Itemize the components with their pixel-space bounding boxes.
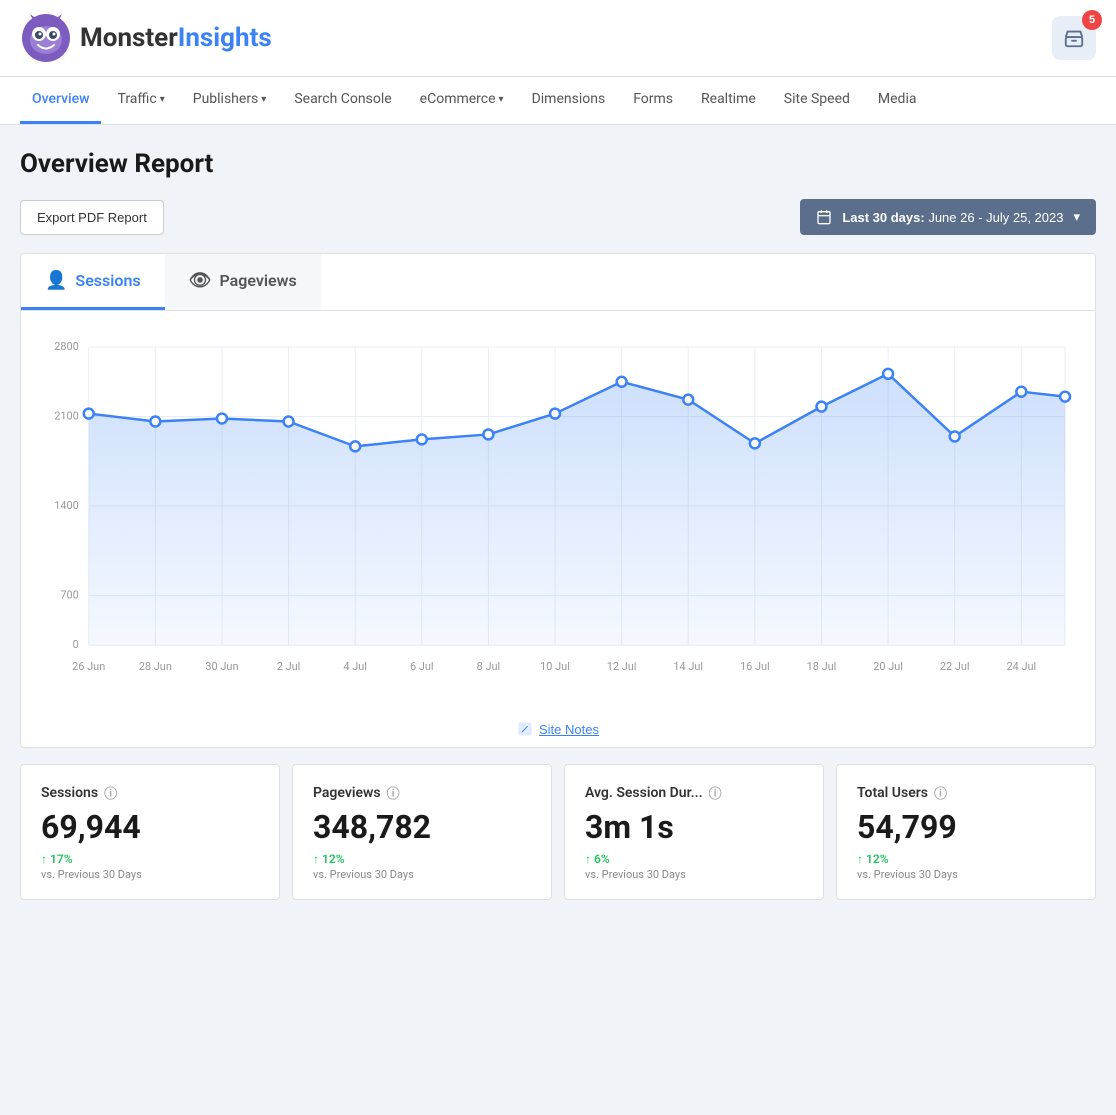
stat-period-avg-session: vs. Previous 30 Days (585, 868, 803, 881)
stat-change-avg-session: ↑ 6% (585, 852, 803, 866)
svg-text:700: 700 (60, 588, 78, 601)
export-pdf-button[interactable]: Export PDF Report (20, 200, 164, 235)
header-actions: 5 (1052, 16, 1096, 60)
svg-text:1400: 1400 (54, 499, 79, 512)
nav-item-site-speed[interactable]: Site Speed (772, 77, 862, 124)
logo-mascot (20, 12, 72, 64)
stat-period-pageviews: vs. Previous 30 Days (313, 868, 531, 881)
info-icon-pageviews[interactable]: ⓘ (387, 783, 400, 802)
svg-text:2800: 2800 (54, 340, 79, 353)
nav-item-media[interactable]: Media (866, 77, 929, 124)
calendar-icon (816, 209, 832, 225)
chevron-down-icon: ▾ (261, 94, 266, 105)
chart-tabs: 👤 Sessions 👁 Pageviews (21, 254, 1095, 311)
main-content: Overview Report Export PDF Report Last 3… (0, 125, 1116, 924)
nav-item-forms[interactable]: Forms (621, 77, 685, 124)
stat-card-total-users: Total Users ⓘ 54,799 ↑ 12% vs. Previous … (836, 764, 1096, 900)
tab-pageviews[interactable]: 👁 Pageviews (165, 254, 321, 310)
svg-text:22 Jul: 22 Jul (940, 660, 970, 673)
info-icon-total-users[interactable]: ⓘ (934, 783, 947, 802)
main-nav: Overview Traffic ▾ Publishers ▾ Search C… (0, 77, 1116, 125)
svg-text:12 Jul: 12 Jul (607, 660, 637, 673)
site-notes-area: Site Notes (21, 711, 1095, 747)
chart-area: 2800 2100 1400 700 0 (21, 311, 1095, 711)
stat-label-sessions: Sessions ⓘ (41, 783, 259, 802)
stat-change-sessions: ↑ 17% (41, 852, 259, 866)
nav-item-realtime[interactable]: Realtime (689, 77, 768, 124)
page-title: Overview Report (20, 149, 1096, 179)
date-range-selector[interactable]: Last 30 days: June 26 - July 25, 2023 ▾ (800, 199, 1096, 235)
person-icon: 👤 (45, 270, 67, 291)
chevron-down-icon: ▾ (1073, 209, 1080, 225)
svg-text:18 Jul: 18 Jul (807, 660, 837, 673)
svg-text:26 Jun: 26 Jun (72, 660, 105, 673)
svg-text:6 Jul: 6 Jul (410, 660, 434, 673)
chevron-down-icon: ▾ (160, 94, 165, 105)
stat-change-pageviews: ↑ 12% (313, 852, 531, 866)
pencil-icon (517, 721, 533, 737)
nav-item-search-console[interactable]: Search Console (282, 77, 403, 124)
notification-badge: 5 (1082, 10, 1102, 30)
svg-text:8 Jul: 8 Jul (477, 660, 501, 673)
stat-period-sessions: vs. Previous 30 Days (41, 868, 259, 881)
stat-change-total-users: ↑ 12% (857, 852, 1075, 866)
stat-card-avg-session: Avg. Session Dur... ⓘ 3m 1s ↑ 6% vs. Pre… (564, 764, 824, 900)
date-label: Last 30 days: June 26 - July 25, 2023 (842, 210, 1063, 225)
logo-text: MonsterInsights (80, 23, 272, 53)
info-icon-avg-session[interactable]: ⓘ (709, 783, 722, 802)
nav-item-publishers[interactable]: Publishers ▾ (181, 77, 279, 124)
logo-area: MonsterInsights (20, 12, 272, 64)
nav-item-overview[interactable]: Overview (20, 77, 101, 124)
eye-icon: 👁 (189, 270, 212, 291)
line-chart: 2800 2100 1400 700 0 (41, 321, 1075, 701)
stat-card-pageviews: Pageviews ⓘ 348,782 ↑ 12% vs. Previous 3… (292, 764, 552, 900)
inbox-icon (1063, 27, 1085, 49)
nav-item-ecommerce[interactable]: eCommerce ▾ (408, 77, 516, 124)
stats-row: Sessions ⓘ 69,944 ↑ 17% vs. Previous 30 … (20, 764, 1096, 900)
chart-container: 👤 Sessions 👁 Pageviews 2800 2100 1400 70… (20, 253, 1096, 748)
chevron-down-icon: ▾ (499, 94, 504, 105)
svg-text:0: 0 (73, 638, 79, 651)
svg-text:16 Jul: 16 Jul (740, 660, 770, 673)
stat-label-avg-session: Avg. Session Dur... ⓘ (585, 783, 803, 802)
svg-text:30 Jun: 30 Jun (205, 660, 238, 673)
svg-text:2100: 2100 (54, 410, 79, 423)
svg-text:4 Jul: 4 Jul (343, 660, 367, 673)
svg-text:10 Jul: 10 Jul (540, 660, 570, 673)
nav-item-dimensions[interactable]: Dimensions (520, 77, 618, 124)
tab-sessions[interactable]: 👤 Sessions (21, 254, 165, 310)
svg-text:14 Jul: 14 Jul (673, 660, 703, 673)
stat-value-pageviews: 348,782 (313, 808, 531, 846)
svg-text:20 Jul: 20 Jul (873, 660, 903, 673)
stat-value-sessions: 69,944 (41, 808, 259, 846)
stat-period-total-users: vs. Previous 30 Days (857, 868, 1075, 881)
stat-value-total-users: 54,799 (857, 808, 1075, 846)
svg-text:28 Jun: 28 Jun (139, 660, 172, 673)
svg-text:24 Jul: 24 Jul (1006, 660, 1036, 673)
stat-label-pageviews: Pageviews ⓘ (313, 783, 531, 802)
header: MonsterInsights 5 (0, 0, 1116, 77)
stat-card-sessions: Sessions ⓘ 69,944 ↑ 17% vs. Previous 30 … (20, 764, 280, 900)
site-notes-button[interactable]: Site Notes (517, 721, 599, 737)
notification-button[interactable]: 5 (1052, 16, 1096, 60)
stat-label-total-users: Total Users ⓘ (857, 783, 1075, 802)
stat-value-avg-session: 3m 1s (585, 808, 803, 846)
info-icon-sessions[interactable]: ⓘ (104, 783, 117, 802)
nav-item-traffic[interactable]: Traffic ▾ (105, 77, 176, 124)
svg-text:2 Jul: 2 Jul (277, 660, 301, 673)
toolbar: Export PDF Report Last 30 days: June 26 … (20, 199, 1096, 235)
